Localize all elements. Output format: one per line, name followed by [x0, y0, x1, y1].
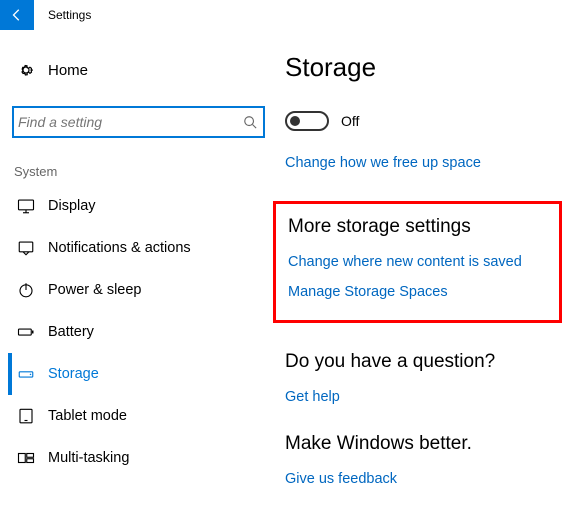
nav-item-display[interactable]: Display	[8, 185, 265, 227]
search-input[interactable]	[18, 114, 243, 130]
nav-item-power[interactable]: Power & sleep	[8, 269, 265, 311]
nav-item-storage[interactable]: Storage	[8, 353, 265, 395]
search-box[interactable]	[12, 106, 265, 138]
nav-item-notifications[interactable]: Notifications & actions	[8, 227, 265, 269]
section-label: System	[12, 164, 265, 179]
feedback-heading: Make Windows better.	[285, 433, 556, 455]
power-icon	[14, 281, 38, 299]
page-title: Storage	[285, 52, 556, 83]
back-button[interactable]	[0, 0, 34, 30]
battery-icon	[14, 323, 38, 341]
nav-label: Power & sleep	[38, 282, 142, 298]
link-change-free-space[interactable]: Change how we free up space	[285, 155, 556, 171]
nav-item-tablet[interactable]: Tablet mode	[8, 395, 265, 437]
toggle-knob	[290, 116, 300, 126]
link-give-feedback[interactable]: Give us feedback	[285, 471, 556, 487]
display-icon	[14, 197, 38, 215]
search-icon	[243, 115, 257, 129]
nav-label: Display	[38, 198, 96, 214]
multitasking-icon	[14, 449, 38, 467]
notifications-icon	[14, 239, 38, 257]
question-heading: Do you have a question?	[285, 351, 556, 373]
link-manage-storage-spaces[interactable]: Manage Storage Spaces	[288, 284, 547, 300]
storage-sense-toggle[interactable]	[285, 111, 329, 131]
link-change-new-content[interactable]: Change where new content is saved	[288, 254, 547, 270]
storage-icon	[14, 365, 38, 383]
nav-label: Tablet mode	[38, 408, 127, 424]
tablet-icon	[14, 407, 38, 425]
nav-label: Battery	[38, 324, 94, 340]
nav-label: Multi-tasking	[38, 450, 129, 466]
gear-icon	[14, 61, 38, 79]
nav-item-multitasking[interactable]: Multi-tasking	[8, 437, 265, 479]
arrow-left-icon	[10, 8, 24, 22]
titlebar: Settings	[0, 0, 566, 30]
home-label: Home	[38, 62, 88, 79]
toggle-state-label: Off	[341, 113, 359, 129]
nav-item-battery[interactable]: Battery	[8, 311, 265, 353]
nav-label: Notifications & actions	[38, 240, 191, 256]
home-button[interactable]: Home	[12, 52, 265, 88]
nav-label: Storage	[38, 366, 99, 382]
main-panel: Storage Off Change how we free up space …	[285, 52, 566, 515]
more-storage-heading: More storage settings	[288, 216, 547, 238]
link-get-help[interactable]: Get help	[285, 389, 556, 405]
highlight-box: More storage settings Change where new c…	[273, 201, 562, 323]
sidebar: Home System Display Notifications & acti…	[0, 52, 285, 515]
app-title: Settings	[34, 8, 91, 22]
